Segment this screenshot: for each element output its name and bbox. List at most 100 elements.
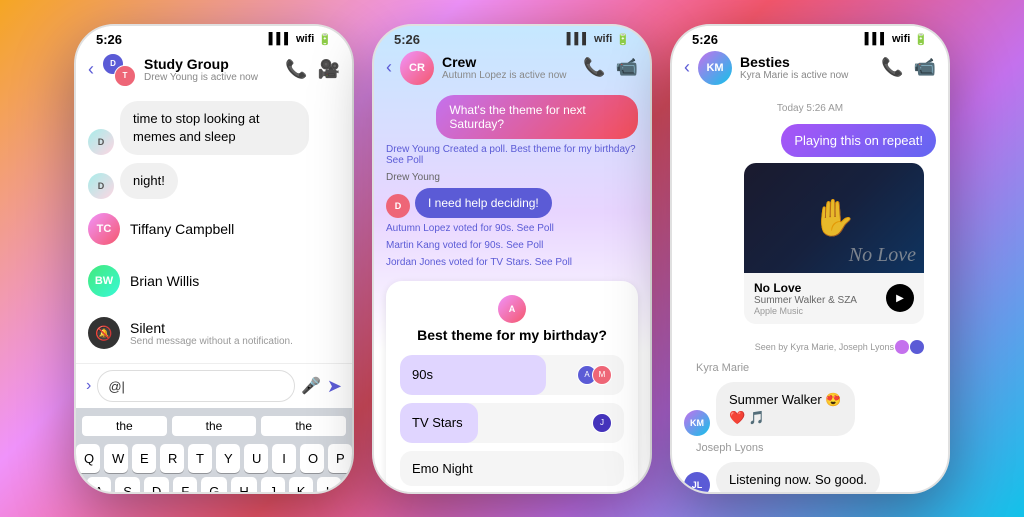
contact-sub-silent: Send message without a notification. (130, 336, 293, 347)
back-button-1[interactable]: ‹ (88, 59, 94, 80)
system-message-1: Drew Young Created a poll. Best theme fo… (386, 143, 638, 167)
voice-icon[interactable]: 🎤 (301, 376, 321, 396)
key-f[interactable]: F (173, 477, 197, 493)
nav-action-icons-1: 📞 🎥 (285, 59, 340, 80)
avatar: TC (88, 213, 120, 245)
see-poll-link-1[interactable]: See Poll (386, 155, 423, 166)
poll-option-content-tvstars: TV Stars J (412, 413, 612, 433)
chat-input-1[interactable]: @| (97, 370, 295, 402)
key-j[interactable]: J (261, 477, 285, 493)
table-row: KM Summer Walker 😍❤️ 🎵 (684, 382, 936, 436)
seen-by-text: Seen by Kyra Marie, Joseph Lyons (755, 342, 894, 352)
avatar: KM (684, 410, 710, 436)
play-button[interactable]: ▶ (886, 284, 914, 312)
key-t[interactable]: T (188, 444, 212, 473)
table-row: What's the theme for next Saturday? (386, 95, 638, 139)
album-watermark: No Love (849, 244, 916, 267)
chat-status-2: Autumn Lopez is active now (442, 70, 575, 81)
back-button-2[interactable]: ‹ (386, 57, 392, 78)
contact-item-brian[interactable]: BW Brian Willis (88, 259, 340, 303)
voter-avatar-3: J (592, 413, 612, 433)
music-album-art: ✋ No Love (744, 163, 924, 273)
hand-gesture-icon: ✋ (812, 197, 857, 239)
list-item: night! (120, 163, 178, 199)
poll-option-tvstars[interactable]: TV Stars J (400, 403, 624, 443)
key-s[interactable]: S (115, 477, 140, 493)
message-input-area-1: › @| 🎤 ➤ (76, 363, 352, 408)
group-avatar-1: D T (102, 53, 136, 87)
battery-icon-3: 🔋 (914, 33, 928, 46)
suggestion-1[interactable]: the (82, 416, 167, 436)
back-button-3[interactable]: ‹ (684, 57, 690, 78)
table-row: JL Listening now. So good. (684, 462, 936, 494)
key-w[interactable]: W (104, 444, 128, 473)
poll-title: Best theme for my birthday? (400, 327, 624, 343)
chat-info-3: Besties Kyra Marie is active now (740, 54, 873, 81)
battery-icon: 🔋 (318, 33, 332, 46)
chat-nav-3: ‹ KM Besties Kyra Marie is active now 📞 … (672, 49, 948, 91)
table-row: Playing this on repeat! (684, 124, 936, 157)
poll-option-emo[interactable]: Emo Night (400, 451, 624, 486)
suggestion-2[interactable]: the (172, 416, 257, 436)
music-card[interactable]: ✋ No Love No Love Summer Walker & SZA Ap… (744, 163, 924, 324)
signal-icon: ▌▌▌ (269, 33, 292, 45)
input-row-1: › @| 🎤 ➤ (86, 370, 342, 402)
key-a[interactable]: A (87, 477, 112, 493)
battery-icon-2: 🔋 (616, 33, 630, 46)
status-bar-3: 5:26 ▌▌▌ wifi 🔋 (672, 26, 948, 49)
key-h[interactable]: H (231, 477, 256, 493)
poll-label-tvstars: TV Stars (412, 415, 463, 430)
key-l[interactable]: L (317, 477, 341, 493)
key-y[interactable]: Y (216, 444, 240, 473)
key-e[interactable]: E (132, 444, 156, 473)
poll-creator-avatar: A (498, 295, 526, 323)
poll-label-90s: 90s (412, 367, 433, 382)
today-label-3: Today 5:26 AM (684, 103, 936, 114)
key-i[interactable]: I (272, 444, 296, 473)
video-icon-3[interactable]: 📹 (914, 57, 936, 78)
video-icon-1[interactable]: 🎥 (318, 59, 340, 80)
key-d[interactable]: D (144, 477, 169, 493)
phone-icon-1[interactable]: 📞 (285, 59, 307, 80)
messages-list-1: D time to stop looking at memes and slee… (76, 93, 352, 364)
expand-icon[interactable]: › (86, 377, 91, 395)
chat-status-1: Drew Young is active now (144, 72, 277, 83)
video-icon-2[interactable]: 📹 (616, 57, 638, 78)
phone-icon-3[interactable]: 📞 (881, 57, 903, 78)
avatar: D (88, 173, 114, 199)
contact-name-tiffany: Tiffany Campbell (130, 221, 234, 237)
poll-card: A Best theme for my birthday? 90s A M TV… (386, 281, 638, 494)
nav-action-icons-3: 📞 📹 (881, 57, 936, 78)
key-q[interactable]: Q (76, 444, 100, 473)
drew-avatar: D (386, 194, 410, 218)
key-g[interactable]: G (201, 477, 227, 493)
poll-voters-tvstars: J (596, 413, 612, 433)
contact-item-silent[interactable]: 🔕 Silent Send message without a notifica… (88, 311, 340, 355)
status-time-2: 5:26 (394, 32, 420, 47)
key-u[interactable]: U (244, 444, 268, 473)
phone-icon-2[interactable]: 📞 (583, 57, 605, 78)
key-p[interactable]: P (328, 444, 352, 473)
contact-name-brian: Brian Willis (130, 273, 199, 289)
table-row: D I need help deciding! (386, 188, 638, 218)
see-poll-link-4[interactable]: See Poll (535, 257, 572, 268)
besties-avatar: KM (698, 51, 732, 85)
phone-study-group: 5:26 ▌▌▌ wifi 🔋 ‹ D T Study Group Drew Y… (74, 24, 354, 494)
poll-option-content-90s: 90s A M (412, 365, 612, 385)
poll-option-90s[interactable]: 90s A M (400, 355, 624, 395)
chat-info-1: Study Group Drew Young is active now (144, 56, 277, 83)
key-o[interactable]: O (300, 444, 324, 473)
avatar: D (88, 129, 114, 155)
system-name-drew: Drew Young (386, 171, 638, 184)
key-r[interactable]: R (160, 444, 184, 473)
send-icon[interactable]: ➤ (327, 376, 342, 397)
suggestion-3[interactable]: the (261, 416, 346, 436)
see-poll-link-2[interactable]: See Poll (517, 223, 554, 234)
status-icons-1: ▌▌▌ wifi 🔋 (269, 33, 332, 46)
music-details: No Love Summer Walker & SZA Apple Music (754, 281, 857, 316)
chat-name-3: Besties (740, 54, 873, 70)
key-k[interactable]: K (289, 477, 314, 493)
contact-item-tiffany[interactable]: TC Tiffany Campbell (88, 207, 340, 251)
see-poll-link-3[interactable]: See Poll (506, 240, 543, 251)
crew-avatar: CR (400, 51, 434, 85)
